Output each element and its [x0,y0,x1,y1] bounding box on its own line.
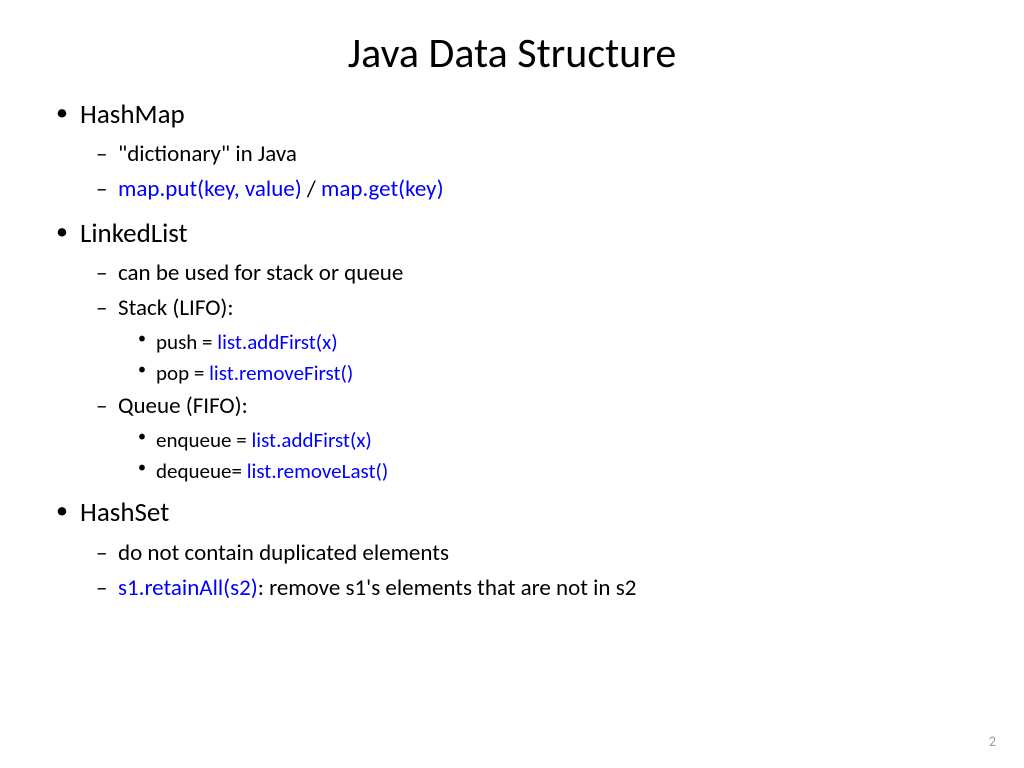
text: pop = [156,360,209,386]
code-snippet: list.removeFirst() [209,360,353,386]
separator: / [302,175,321,203]
text: push = [156,329,217,355]
list-item: enqueue = list.addFirst(x) [156,426,974,454]
bullet-hashset: HashSet [80,495,974,531]
list-item: Queue (FIFO): [118,391,974,422]
list-item: Stack (LIFO): [118,293,974,324]
bullet-hashmap: HashMap [80,97,974,133]
list-item: map.put(key, value) / map.get(key) [118,174,974,205]
code-snippet: map.put(key, value) [118,175,302,203]
text: dequeue= [156,458,247,484]
bullet-linkedlist: LinkedList [80,216,974,252]
list-item: can be used for stack or queue [118,258,974,289]
list-item: dequeue= list.removeLast() [156,457,974,485]
list-item: push = list.addFirst(x) [156,328,974,356]
code-snippet: list.removeLast() [247,458,389,484]
code-snippet: s1.retainAll(s2) [118,574,258,602]
code-snippet: list.addFirst(x) [217,329,337,355]
list-item: pop = list.removeFirst() [156,359,974,387]
text: : remove s1's elements that are not in s… [258,574,637,602]
section-hashset: HashSet do not contain duplicated elemen… [50,495,974,604]
page-number: 2 [989,733,996,750]
section-hashmap: HashMap "dictionary" in Java map.put(key… [50,97,974,206]
slide: Java Data Structure HashMap "dictionary"… [0,0,1024,604]
list-item: do not contain duplicated elements [118,538,974,569]
code-snippet: map.get(key) [321,175,444,203]
list-item: "dictionary" in Java [118,139,974,170]
code-snippet: list.addFirst(x) [251,427,371,453]
slide-title: Java Data Structure [50,28,974,79]
text: enqueue = [156,427,251,453]
list-item: s1.retainAll(s2): remove s1's elements t… [118,573,974,604]
section-linkedlist: LinkedList can be used for stack or queu… [50,216,974,486]
